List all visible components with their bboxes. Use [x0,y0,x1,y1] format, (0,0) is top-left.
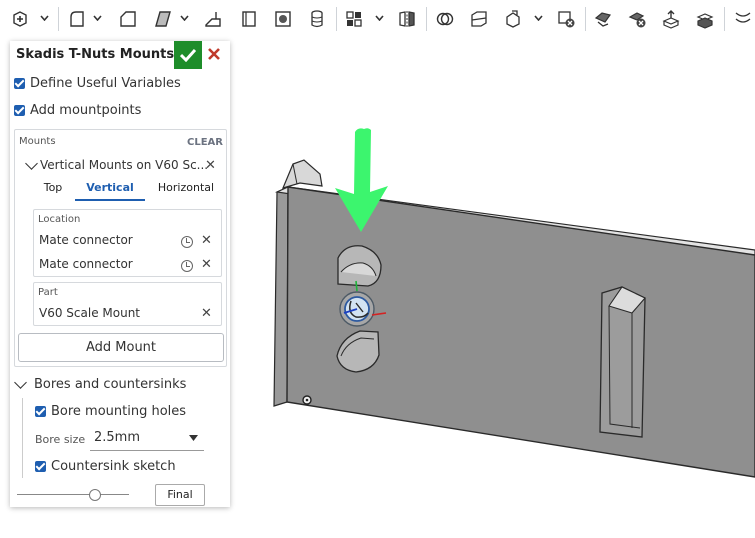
part-value[interactable]: V60 Scale Mount [39,306,140,320]
chevron-down-icon[interactable] [534,15,543,21]
offset-surface-icon[interactable] [733,9,753,29]
mounts-label: Mounts [19,136,56,147]
location-field[interactable]: Location Mate connector ✕ Mate connector… [33,209,222,277]
countersink-sketch-checkbox[interactable]: Countersink sketch [35,459,176,474]
split-icon[interactable] [469,9,489,29]
feature-toolbar [0,0,755,38]
cancel-button[interactable] [206,46,222,62]
tab-horizontal[interactable]: Horizontal [151,181,221,194]
add-mountpoints-checkbox[interactable]: Add mountpoints [14,103,141,118]
hole-icon[interactable] [273,9,293,29]
dialog-title: Skadis T-Nuts Mounts 1 [16,47,188,62]
mount-item-title[interactable]: Vertical Mounts on V60 Sc... [40,158,208,172]
boolean-icon[interactable] [435,9,455,29]
direction-arrow [335,128,388,232]
tab-top[interactable]: Top [33,181,73,194]
toolbar-divider [426,7,427,31]
delete-part-icon[interactable] [556,9,576,29]
bore-mounting-holes-checkbox[interactable]: Bore mounting holes [35,404,186,419]
rib-icon[interactable] [239,9,259,29]
tab-vertical[interactable]: Vertical [75,181,145,194]
location-label: Location [38,214,81,225]
countersink-sketch-label: Countersink sketch [51,459,176,474]
bore-size-label: Bore size [35,433,86,446]
pattern-icon[interactable] [344,9,364,29]
rollback-slider-track[interactable] [17,494,129,495]
accept-button[interactable] [174,41,202,69]
clock-icon[interactable] [181,260,193,272]
toolbar-divider [58,7,59,31]
toolbar-divider [724,7,725,31]
add-mount-button[interactable]: Add Mount [18,333,224,362]
clock-icon[interactable] [181,236,193,248]
toolbar-divider [336,7,337,31]
chevron-down-icon[interactable] [375,15,384,21]
checkbox-checked-icon [35,461,46,472]
add-mountpoints-label: Add mountpoints [30,103,142,118]
final-button[interactable]: Final [155,484,205,506]
location-item[interactable]: Mate connector [39,257,133,271]
chevron-down-icon[interactable] [93,15,102,21]
shell-icon[interactable] [203,9,223,29]
chevron-down-icon[interactable] [180,15,189,21]
part-field[interactable]: Part V60 Scale Mount ✕ [33,282,222,326]
checkbox-checked-icon [35,406,46,417]
mirror-icon[interactable] [397,9,417,29]
toolbar-divider [585,7,586,31]
mounts-array: Mounts CLEAR Vertical Mounts on V60 Sc..… [14,129,227,367]
new-part-icon[interactable] [10,9,30,29]
transform-icon[interactable] [503,9,523,29]
checkmark-icon [180,48,196,62]
chevron-down-icon[interactable] [14,376,27,389]
fillet-icon[interactable] [67,9,87,29]
define-useful-variables-label: Define Useful Variables [30,76,181,91]
feature-dialog: Skadis T-Nuts Mounts 1 Define Useful Var… [10,41,230,507]
location-item[interactable]: Mate connector [39,233,133,247]
remove-selection-icon[interactable]: ✕ [201,234,212,247]
chevron-down-icon[interactable] [40,15,49,21]
active-tab-underline [75,199,145,201]
draft-icon[interactable] [153,9,173,29]
define-useful-variables-checkbox[interactable]: Define Useful Variables [14,76,181,91]
thread-icon[interactable] [307,9,327,29]
bore-size-select[interactable]: 2.5mm [94,430,140,445]
clear-button[interactable]: CLEAR [187,137,223,148]
remove-selection-icon[interactable]: ✕ [201,258,212,271]
bore-mounting-holes-label: Bore mounting holes [51,404,187,419]
modify-face-icon[interactable] [593,9,613,29]
part-label: Part [38,287,58,298]
replace-face-icon[interactable] [695,9,715,29]
rollback-slider-thumb[interactable] [89,489,102,501]
move-face-icon[interactable] [661,9,681,29]
chevron-down-icon[interactable] [25,157,38,170]
bores-section-header[interactable]: Bores and countersinks [34,377,186,392]
checkbox-checked-icon [14,105,25,116]
remove-mount-icon[interactable]: ✕ [205,159,216,172]
dropdown-caret-icon[interactable] [189,435,198,441]
checkbox-checked-icon [14,78,25,89]
bore-size-underline [90,450,204,451]
section-indent-line [22,398,23,478]
delete-face-icon[interactable] [627,9,647,29]
chamfer-icon[interactable] [118,9,138,29]
remove-selection-icon[interactable]: ✕ [201,307,212,320]
